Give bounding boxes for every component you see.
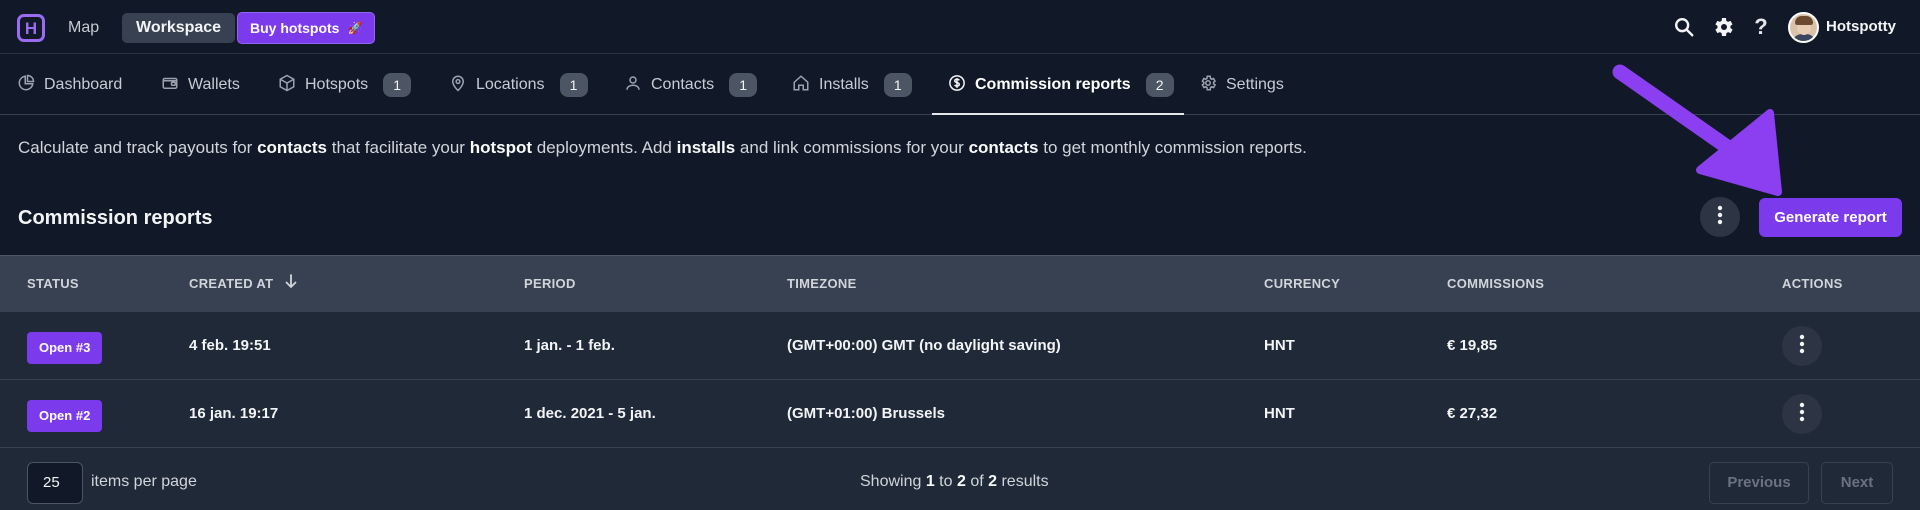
tab-wallets[interactable]: Wallets — [161, 55, 240, 115]
tab-count-badge: 1 — [383, 73, 412, 97]
tab-commission-reports[interactable]: Commission reports 2 — [948, 55, 1174, 115]
row-actions-button[interactable] — [1782, 394, 1822, 434]
tab-label: Hotspots — [305, 76, 369, 93]
tab-label: Contacts — [651, 76, 715, 93]
items-per-page-input[interactable]: 25 — [27, 462, 83, 504]
pie-chart-icon — [17, 74, 35, 97]
column-header-period[interactable]: PERIOD — [524, 256, 576, 312]
cell-currency: HNT — [1264, 337, 1295, 354]
sort-arrow-down-icon — [285, 257, 297, 313]
cell-period: 1 jan. - 1 feb. — [524, 337, 615, 354]
table-row[interactable]: Open #3 4 feb. 19:51 1 jan. - 1 feb. (GM… — [0, 311, 1920, 379]
table-row[interactable]: Open #2 16 jan. 19:17 1 dec. 2021 - 5 ja… — [0, 379, 1920, 447]
tab-label: Dashboard — [44, 76, 123, 93]
kebab-icon — [1799, 402, 1805, 427]
kebab-icon — [1717, 205, 1723, 230]
pagination-summary: Showing 1 to 2 of 2 results — [860, 473, 1049, 490]
previous-page-button[interactable]: Previous — [1709, 462, 1809, 504]
more-options-button[interactable] — [1700, 197, 1740, 237]
top-bar: H Map Workspace Buy hotspots 🚀 ? Hotspot… — [0, 0, 1920, 54]
table-footer: 25 items per page Showing 1 to 2 of 2 re… — [0, 447, 1920, 510]
username[interactable]: Hotspotty — [1826, 18, 1896, 35]
logo[interactable]: H — [17, 14, 45, 42]
row-actions-button[interactable] — [1782, 326, 1822, 366]
table-header: STATUS CREATED AT PERIOD TIMEZONE CURREN… — [0, 255, 1920, 311]
items-per-page-label: items per page — [91, 473, 197, 490]
column-header-currency[interactable]: CURRENCY — [1264, 256, 1340, 312]
tab-label: Settings — [1226, 76, 1284, 93]
search-icon[interactable] — [1671, 14, 1697, 40]
rocket-icon: 🚀 — [347, 21, 363, 35]
gear-icon[interactable] — [1710, 14, 1736, 40]
user-icon — [624, 74, 642, 97]
column-header-created-at[interactable]: CREATED AT — [189, 256, 297, 312]
tab-hotspots[interactable]: Hotspots 1 — [278, 55, 412, 115]
tab-dashboard[interactable]: Dashboard — [17, 55, 122, 115]
cell-timezone: (GMT+01:00) Brussels — [787, 405, 945, 422]
help-icon[interactable]: ? — [1748, 14, 1774, 40]
generate-report-button[interactable]: Generate report — [1759, 198, 1902, 237]
column-header-status[interactable]: STATUS — [27, 256, 79, 312]
status-badge[interactable]: Open #2 — [27, 400, 103, 432]
logo-letter: H — [24, 18, 38, 38]
cell-timezone: (GMT+00:00) GMT (no daylight saving) — [787, 337, 1061, 354]
kebab-icon — [1799, 334, 1805, 359]
annotation-arrow-icon — [1612, 64, 1782, 196]
dollar-circle-icon — [948, 74, 966, 97]
cell-commissions: € 27,32 — [1447, 405, 1498, 422]
cell-created-at: 16 jan. 19:17 — [189, 405, 279, 422]
tab-count-badge: 1 — [729, 73, 758, 97]
tab-installs[interactable]: Installs 1 — [792, 55, 912, 115]
tab-count-badge: 2 — [1145, 73, 1174, 97]
commission-reports-table: STATUS CREATED AT PERIOD TIMEZONE CURREN… — [0, 255, 1920, 510]
cube-icon — [278, 74, 296, 97]
tab-count-badge: 1 — [883, 73, 912, 97]
tab-label: Wallets — [188, 76, 240, 93]
tab-label: Locations — [476, 76, 545, 93]
home-icon — [792, 74, 810, 97]
buy-hotspots-button[interactable]: Buy hotspots 🚀 — [237, 12, 376, 44]
page-description: Calculate and track payouts for contacts… — [18, 138, 1307, 157]
tab-contacts[interactable]: Contacts 1 — [624, 55, 758, 115]
buy-hotspots-label: Buy hotspots — [250, 20, 340, 36]
tab-label: Installs — [819, 76, 869, 93]
column-header-timezone[interactable]: TIMEZONE — [787, 256, 857, 312]
tab-label: Commission reports — [975, 76, 1131, 93]
tab-settings[interactable]: Settings — [1199, 55, 1284, 115]
cell-created-at: 4 feb. 19:51 — [189, 337, 271, 354]
column-header-commissions[interactable]: COMMISSIONS — [1447, 256, 1544, 312]
nav-workspace-link[interactable]: Workspace — [122, 13, 236, 43]
next-page-button[interactable]: Next — [1821, 462, 1893, 504]
gear-icon — [1199, 74, 1217, 97]
active-tab-indicator — [932, 113, 1184, 115]
status-badge[interactable]: Open #3 — [27, 332, 103, 364]
cell-commissions: € 19,85 — [1447, 337, 1498, 354]
avatar[interactable] — [1788, 12, 1819, 43]
tab-count-badge: 1 — [559, 73, 588, 97]
cell-currency: HNT — [1264, 405, 1295, 422]
nav-map-link[interactable]: Map — [54, 14, 113, 42]
tab-locations[interactable]: Locations 1 — [449, 55, 588, 115]
column-header-actions: ACTIONS — [1782, 276, 1843, 291]
cell-period: 1 dec. 2021 - 5 jan. — [524, 405, 656, 422]
wallet-icon — [161, 74, 179, 97]
map-pin-icon — [449, 74, 467, 97]
section-title: Commission reports — [18, 207, 213, 229]
